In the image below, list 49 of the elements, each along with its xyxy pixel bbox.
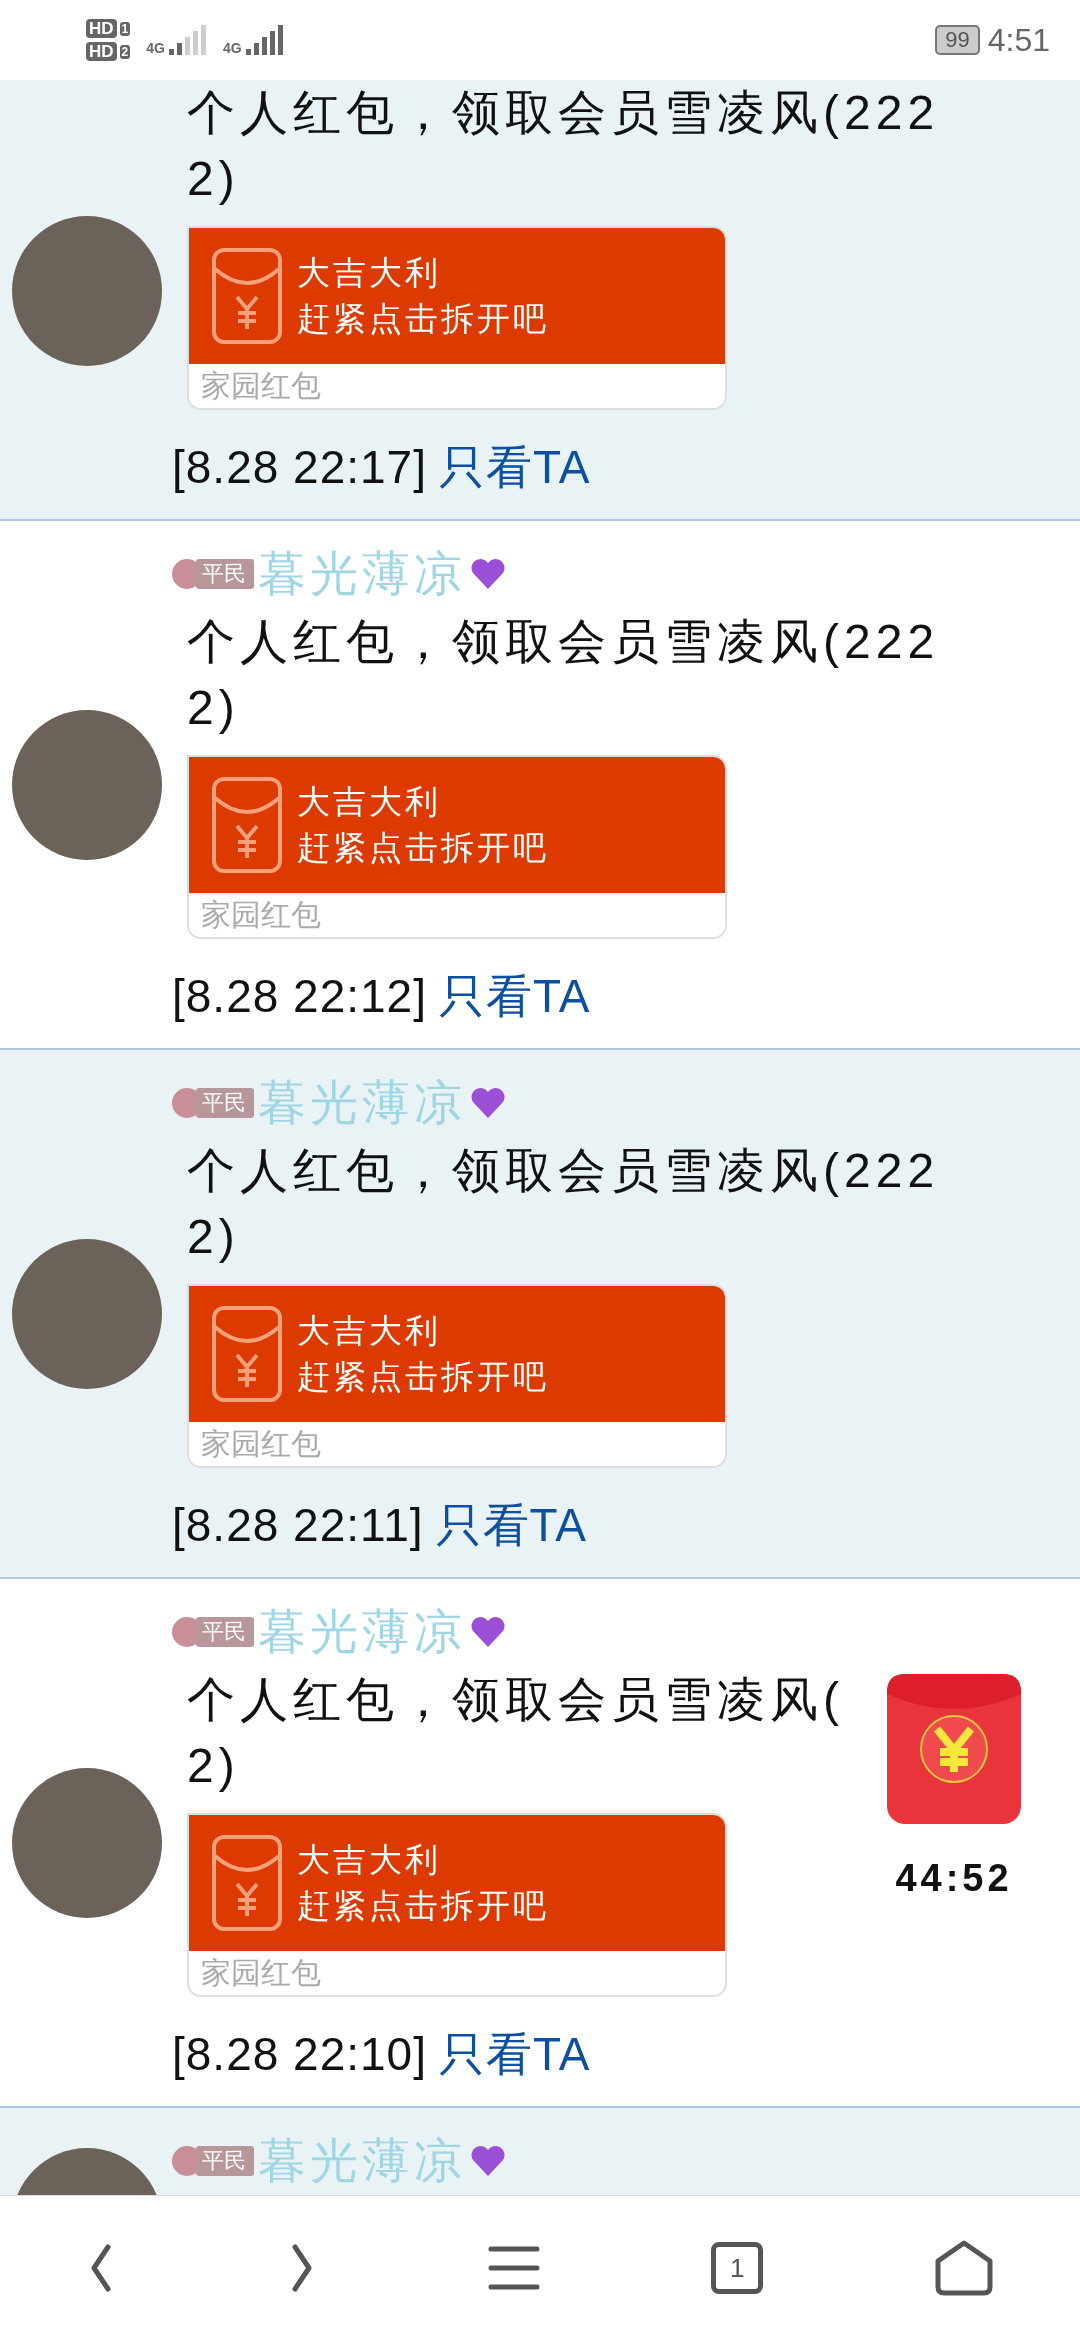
gift-packet-card[interactable]: 大吉大利 赶紧点击拆开吧 家园红包	[187, 755, 727, 939]
packet-footer: 家园红包	[189, 364, 725, 408]
packet-subtitle: 赶紧点击拆开吧	[297, 828, 549, 868]
post-time: [8.28 22:11]	[172, 1499, 424, 1551]
envelope-icon	[211, 1834, 283, 1932]
packet-title: 大吉大利	[297, 1840, 442, 1880]
packet-title: 大吉大利	[297, 253, 442, 293]
packet-title: 大吉大利	[297, 1311, 442, 1351]
home-icon[interactable]	[934, 2239, 995, 2297]
sim-label: HD	[86, 19, 117, 38]
heart-icon	[470, 1615, 506, 1649]
signal-icon	[168, 25, 207, 55]
packet-subtitle: 赶紧点击拆开吧	[297, 1886, 549, 1926]
packet-footer: 家园红包	[189, 1422, 725, 1466]
message-text: 个人红包，领取会员雪凌风( 2)	[187, 1672, 844, 1794]
network-type: 4G	[146, 41, 165, 55]
network-type: 4G	[222, 41, 242, 55]
only-view-link[interactable]: 只看TA	[439, 2028, 591, 2080]
gift-packet-card[interactable]: 大吉大利 赶紧点击拆开吧 家园红包	[187, 1284, 727, 1468]
message-text: 个人红包，领取会员雪凌风(222 2)	[187, 1143, 940, 1265]
heart-icon	[470, 1086, 506, 1120]
sim-slot: 2	[119, 44, 131, 59]
gift-envelope-icon[interactable]	[887, 1674, 1021, 1824]
gift-packet-card[interactable]: 大吉大利 赶紧点击拆开吧 家园红包	[187, 226, 727, 410]
message-text: 个人红包，领取会员雪凌风(222 2)	[187, 85, 940, 207]
post-time: [8.28 22:17]	[172, 441, 427, 493]
envelope-icon	[211, 1305, 283, 1403]
sim-label: HD	[86, 42, 117, 61]
countdown-timer: 44:52	[895, 1856, 1013, 1901]
only-view-link[interactable]: 只看TA	[439, 441, 591, 493]
post-time: [8.28 22:12]	[172, 970, 427, 1022]
packet-subtitle: 赶紧点击拆开吧	[297, 299, 549, 339]
heart-icon	[470, 557, 506, 591]
packet-title: 大吉大利	[297, 782, 442, 822]
message-text: 个人红包，领取会员雪凌风(222 2)	[187, 614, 940, 736]
battery-indicator: 99	[935, 25, 980, 55]
signal-icon	[245, 25, 284, 55]
tabs-button[interactable]: 1	[711, 2242, 764, 2294]
only-view-link[interactable]: 只看TA	[439, 970, 591, 1022]
menu-icon[interactable]	[487, 2245, 540, 2291]
heart-icon	[470, 2144, 506, 2178]
gift-packet-card[interactable]: 大吉大利 赶紧点击拆开吧 家园红包	[187, 1813, 727, 1997]
status-time: 4:51	[987, 21, 1050, 60]
packet-subtitle: 赶紧点击拆开吧	[297, 1357, 549, 1397]
post-time: [8.28 22:10]	[172, 2028, 427, 2080]
only-view-link[interactable]: 只看TA	[435, 1499, 587, 1551]
envelope-icon	[211, 776, 283, 874]
sim-slot: 1	[119, 21, 131, 36]
envelope-icon	[211, 247, 283, 345]
